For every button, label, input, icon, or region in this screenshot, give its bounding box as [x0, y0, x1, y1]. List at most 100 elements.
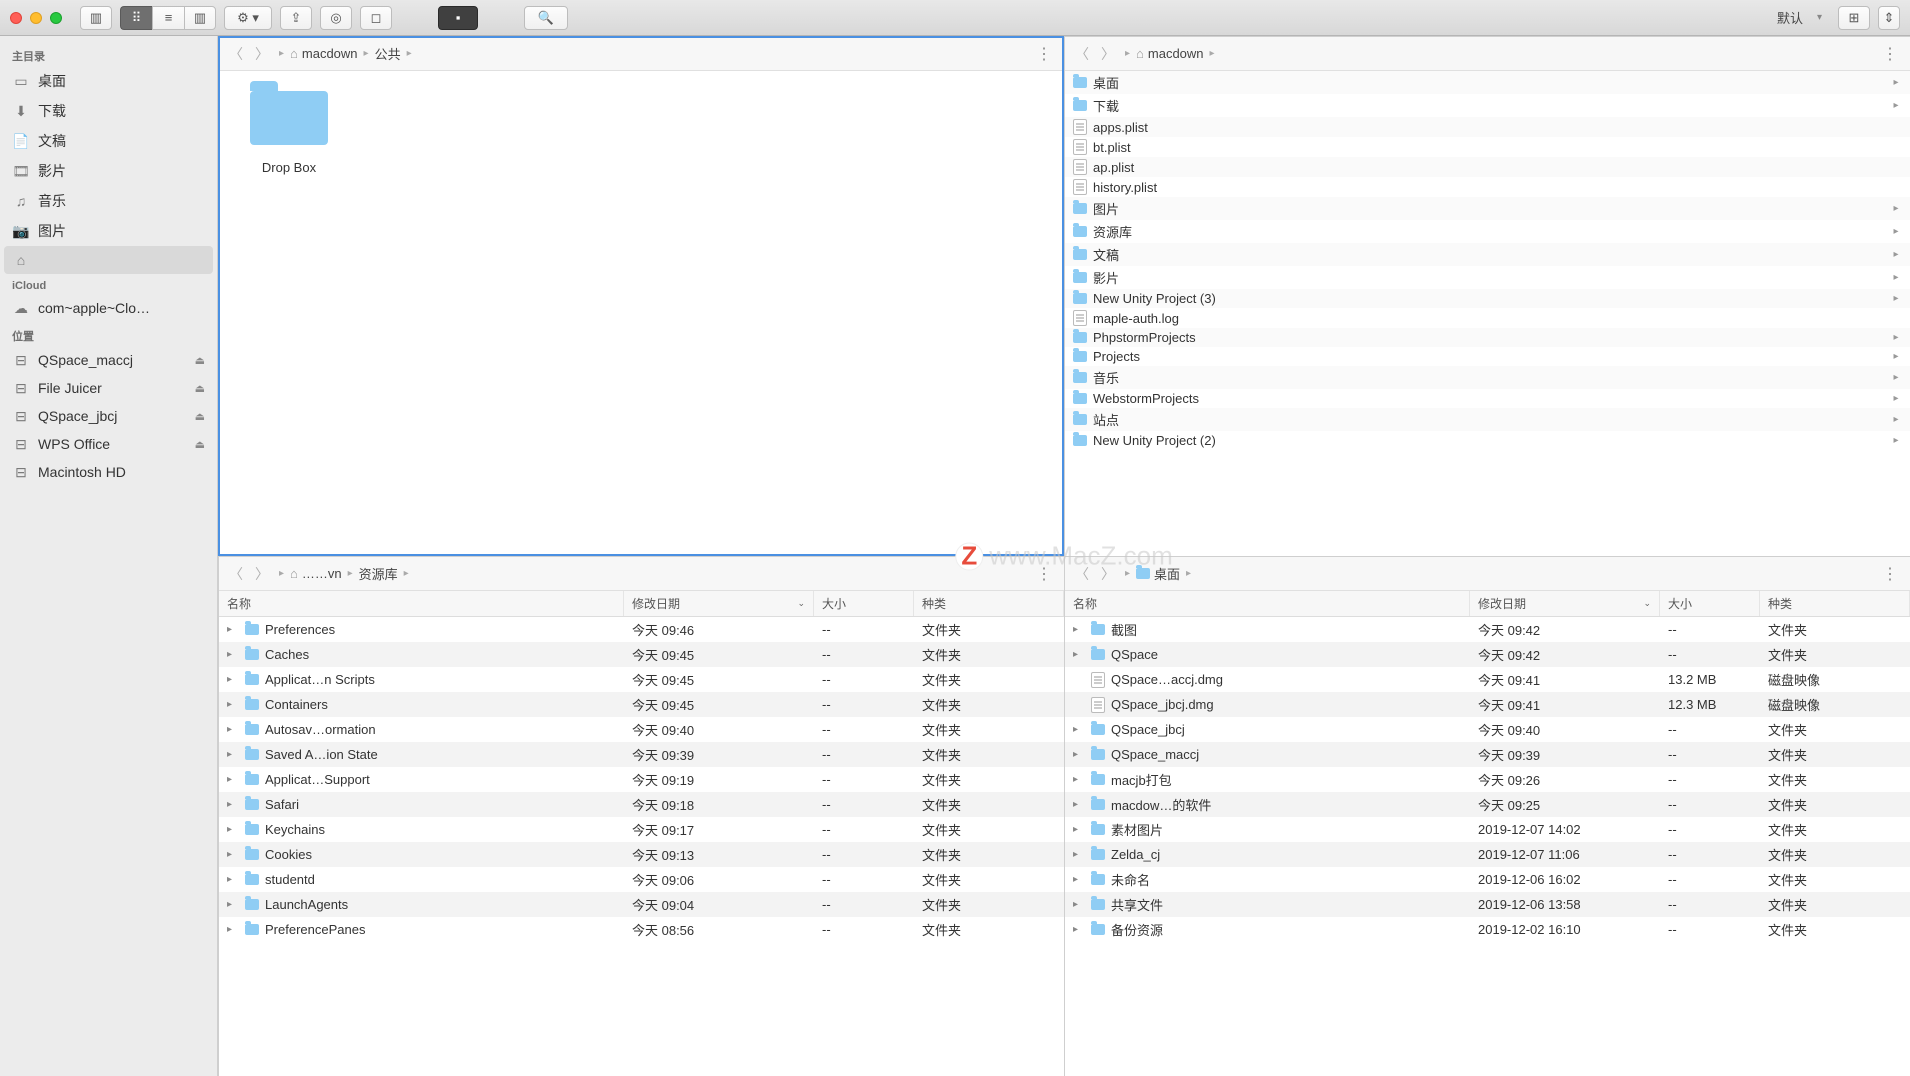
disclosure-triangle-icon[interactable]: ▸: [227, 899, 239, 910]
pane-menu-button[interactable]: ⋮: [1876, 564, 1904, 584]
disclosure-triangle-icon[interactable]: ▸: [1073, 749, 1085, 760]
back-button[interactable]: 〈: [225, 44, 247, 64]
close-button[interactable]: [10, 12, 22, 24]
disclosure-triangle-icon[interactable]: ▸: [227, 874, 239, 885]
eject-icon[interactable]: ⏏: [195, 438, 205, 451]
breadcrumb-home[interactable]: ⌂macdown: [290, 46, 358, 61]
list-item[interactable]: 桌面▸: [1065, 71, 1910, 94]
list-item[interactable]: 下载▸: [1065, 94, 1910, 117]
list-item[interactable]: ap.plist: [1065, 157, 1910, 177]
breadcrumb-home[interactable]: ⌂macdown: [1136, 46, 1204, 61]
breadcrumb-folder[interactable]: 资源库: [359, 564, 398, 583]
sidebar-item[interactable]: ⊟File Juicer⏏: [0, 374, 217, 402]
disclosure-triangle-icon[interactable]: ▸: [1073, 774, 1085, 785]
list-item[interactable]: 音乐▸: [1065, 366, 1910, 389]
disclosure-triangle-icon[interactable]: ▸: [1073, 724, 1085, 735]
disclosure-triangle-icon[interactable]: ▸: [1073, 849, 1085, 860]
disclosure-triangle-icon[interactable]: ▸: [1073, 824, 1085, 835]
disclosure-triangle-icon[interactable]: ▸: [227, 724, 239, 735]
table-row[interactable]: ▸macjb打包今天 09:26--文件夹: [1065, 767, 1910, 792]
col-kind[interactable]: 种类: [914, 591, 1064, 616]
sidebar-item[interactable]: ⊟WPS Office⏏: [0, 430, 217, 458]
table-row[interactable]: ▸备份资源2019-12-02 16:10--文件夹: [1065, 917, 1910, 942]
list-item[interactable]: history.plist: [1065, 177, 1910, 197]
table-row[interactable]: ▸截图今天 09:42--文件夹: [1065, 617, 1910, 642]
breadcrumb-folder[interactable]: 公共: [375, 44, 401, 63]
column-view-button[interactable]: ▥: [184, 6, 216, 30]
list-item[interactable]: WebstormProjects▸: [1065, 389, 1910, 408]
list-item[interactable]: New Unity Project (2)▸: [1065, 431, 1910, 450]
col-name[interactable]: 名称: [1065, 591, 1470, 616]
list-item[interactable]: 影片▸: [1065, 266, 1910, 289]
table-row[interactable]: ▸QSpace_maccj今天 09:39--文件夹: [1065, 742, 1910, 767]
list-item[interactable]: apps.plist: [1065, 117, 1910, 137]
sidebar-item[interactable]: ⊟QSpace_jbcj⏏: [0, 402, 217, 430]
list-item[interactable]: 资源库▸: [1065, 220, 1910, 243]
expand-button[interactable]: ⇕: [1878, 6, 1900, 30]
table-row[interactable]: ▸Keychains今天 09:17--文件夹: [219, 817, 1064, 842]
table-row[interactable]: ▸macdow…的软件今天 09:25--文件夹: [1065, 792, 1910, 817]
list-item[interactable]: maple-auth.log: [1065, 308, 1910, 328]
eject-icon[interactable]: ⏏: [195, 354, 205, 367]
pane-bottom-left[interactable]: 〈 〉 ▸ ⌂……vn ▸ 资源库 ▸ ⋮ 名称 修改日期⌄ 大小 种类 ▸Pr…: [218, 556, 1064, 1076]
table-row[interactable]: ▸QSpace…accj.dmg今天 09:4113.2 MB磁盘映像: [1065, 667, 1910, 692]
disclosure-triangle-icon[interactable]: ▸: [227, 699, 239, 710]
pane-menu-button[interactable]: ⋮: [1030, 564, 1058, 584]
col-date[interactable]: 修改日期⌄: [624, 591, 814, 616]
table-row[interactable]: ▸Applicat…n Scripts今天 09:45--文件夹: [219, 667, 1064, 692]
disclosure-triangle-icon[interactable]: ▸: [227, 624, 239, 635]
pane-menu-button[interactable]: ⋮: [1030, 44, 1058, 64]
tag-button[interactable]: ◻: [360, 6, 392, 30]
sidebar-item[interactable]: ⌂: [4, 246, 213, 274]
table-row[interactable]: ▸共享文件2019-12-06 13:58--文件夹: [1065, 892, 1910, 917]
sidebar-item[interactable]: 📄文稿: [0, 126, 217, 156]
table-row[interactable]: ▸Applicat…Support今天 09:19--文件夹: [219, 767, 1064, 792]
terminal-button[interactable]: ▪: [438, 6, 478, 30]
col-size[interactable]: 大小: [814, 591, 914, 616]
sidebar-item[interactable]: ⬇下载: [0, 96, 217, 126]
airdrop-button[interactable]: ◎: [320, 6, 352, 30]
table-row[interactable]: ▸Zelda_cj2019-12-07 11:06--文件夹: [1065, 842, 1910, 867]
sidebar-item[interactable]: ▭桌面: [0, 66, 217, 96]
table-row[interactable]: ▸studentd今天 09:06--文件夹: [219, 867, 1064, 892]
table-row[interactable]: ▸PreferencePanes今天 08:56--文件夹: [219, 917, 1064, 942]
list-view-button[interactable]: ≡: [152, 6, 184, 30]
table-row[interactable]: ▸Safari今天 09:18--文件夹: [219, 792, 1064, 817]
disclosure-triangle-icon[interactable]: ▸: [227, 849, 239, 860]
sidebar-item[interactable]: ⊟QSpace_maccj⏏: [0, 346, 217, 374]
breadcrumb-folder[interactable]: 桌面: [1136, 564, 1180, 583]
table-row[interactable]: ▸素材图片2019-12-07 14:02--文件夹: [1065, 817, 1910, 842]
disclosure-triangle-icon[interactable]: ▸: [1073, 874, 1085, 885]
table-row[interactable]: ▸Caches今天 09:45--文件夹: [219, 642, 1064, 667]
sidebar-item[interactable]: 📷图片: [0, 216, 217, 246]
back-button[interactable]: 〈: [1071, 44, 1093, 64]
eject-icon[interactable]: ⏏: [195, 410, 205, 423]
sidebar-item[interactable]: ⊟Macintosh HD: [0, 458, 217, 486]
pane-menu-button[interactable]: ⋮: [1876, 44, 1904, 64]
table-row[interactable]: ▸Cookies今天 09:13--文件夹: [219, 842, 1064, 867]
pane-top-right[interactable]: 〈 〉 ▸ ⌂macdown ▸ ⋮ 桌面▸下载▸apps.plistbt.pl…: [1064, 36, 1910, 556]
table-row[interactable]: ▸Containers今天 09:45--文件夹: [219, 692, 1064, 717]
disclosure-triangle-icon[interactable]: ▸: [227, 799, 239, 810]
sidebar-toggle-button[interactable]: ▥: [80, 6, 112, 30]
detail-list[interactable]: ▸截图今天 09:42--文件夹▸QSpace今天 09:42--文件夹▸QSp…: [1065, 617, 1910, 1076]
disclosure-triangle-icon[interactable]: ▸: [1073, 899, 1085, 910]
back-button[interactable]: 〈: [225, 564, 247, 584]
table-row[interactable]: ▸Autosav…ormation今天 09:40--文件夹: [219, 717, 1064, 742]
search-button[interactable]: 🔍: [524, 6, 568, 30]
sidebar-item[interactable]: ☁com~apple~Clo…: [0, 294, 217, 322]
disclosure-triangle-icon[interactable]: ▸: [227, 649, 239, 660]
disclosure-triangle-icon[interactable]: ▸: [227, 774, 239, 785]
table-row[interactable]: ▸QSpace_jbcj今天 09:40--文件夹: [1065, 717, 1910, 742]
disclosure-triangle-icon[interactable]: ▸: [1073, 924, 1085, 935]
forward-button[interactable]: 〉: [1097, 44, 1119, 64]
table-row[interactable]: ▸Preferences今天 09:46--文件夹: [219, 617, 1064, 642]
list-item[interactable]: New Unity Project (3)▸: [1065, 289, 1910, 308]
forward-button[interactable]: 〉: [251, 564, 273, 584]
list-item[interactable]: PhpstormProjects▸: [1065, 328, 1910, 347]
forward-button[interactable]: 〉: [1097, 564, 1119, 584]
back-button[interactable]: 〈: [1071, 564, 1093, 584]
list-item[interactable]: bt.plist: [1065, 137, 1910, 157]
disclosure-triangle-icon[interactable]: ▸: [1073, 799, 1085, 810]
disclosure-triangle-icon[interactable]: ▸: [227, 824, 239, 835]
